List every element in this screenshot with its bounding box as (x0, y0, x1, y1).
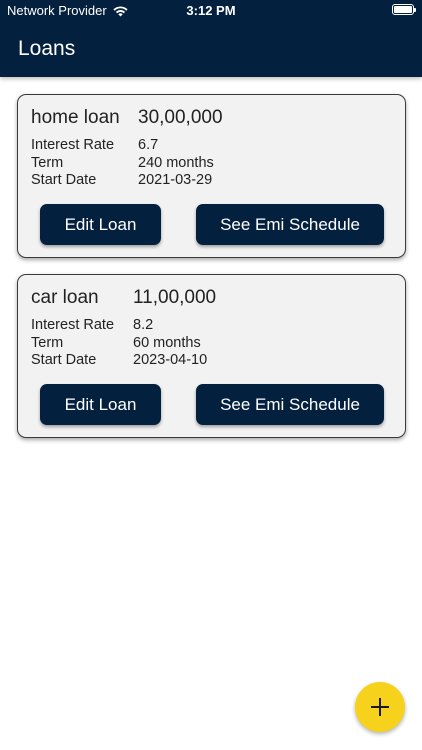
interest-rate-value: 6.7 (138, 137, 159, 153)
see-emi-schedule-button[interactable]: See Emi Schedule (196, 384, 384, 425)
start-date-label: Start Date (31, 172, 97, 188)
interest-rate-label: Interest Rate (31, 137, 115, 153)
loan-amount: 11,00,000 (133, 287, 217, 308)
battery-icon (392, 4, 416, 15)
loan-details: Interest Rate 8.2 Term 60 months Start D… (31, 317, 207, 370)
edit-loan-button[interactable]: Edit Loan (40, 204, 161, 245)
loan-card: home loan 30,00,000 Interest Rate 6.7 Te… (17, 94, 406, 258)
term-row: Term 240 months (31, 155, 214, 173)
interest-rate-row: Interest Rate 6.7 (31, 137, 214, 155)
start-date-label: Start Date (31, 352, 97, 368)
loan-list: home loan 30,00,000 Interest Rate 6.7 Te… (17, 94, 406, 454)
interest-rate-row: Interest Rate 8.2 (31, 317, 207, 335)
loan-name: home loan (31, 107, 120, 128)
loan-name: car loan (31, 287, 99, 308)
see-emi-schedule-button[interactable]: See Emi Schedule (196, 204, 384, 245)
plus-icon (371, 698, 389, 716)
loans-screen: Network Provider 3:12 PM Loans home loan… (0, 0, 422, 750)
app-header: Network Provider 3:12 PM Loans (0, 0, 422, 77)
start-date-value: 2021-03-29 (138, 172, 213, 188)
interest-rate-value: 8.2 (133, 317, 154, 333)
add-loan-button[interactable] (355, 682, 405, 732)
start-date-row: Start Date 2023-04-10 (31, 352, 207, 370)
loan-amount: 30,00,000 (138, 107, 223, 128)
term-value: 240 months (138, 154, 214, 171)
edit-loan-button[interactable]: Edit Loan (40, 384, 161, 425)
term-value: 60 months (133, 334, 201, 351)
start-date-value: 2023-04-10 (133, 352, 208, 368)
term-label: Term (31, 334, 64, 351)
interest-rate-label: Interest Rate (31, 317, 115, 333)
page-title: Loans (18, 37, 76, 60)
loan-details: Interest Rate 6.7 Term 240 months Start … (31, 137, 214, 190)
status-time: 3:12 PM (186, 3, 236, 18)
start-date-row: Start Date 2021-03-29 (31, 172, 214, 190)
term-row: Term 60 months (31, 335, 207, 353)
term-label: Term (31, 154, 64, 171)
status-bar: Network Provider 3:12 PM (0, 0, 422, 22)
loan-card: car loan 11,00,000 Interest Rate 8.2 Ter… (17, 274, 406, 438)
